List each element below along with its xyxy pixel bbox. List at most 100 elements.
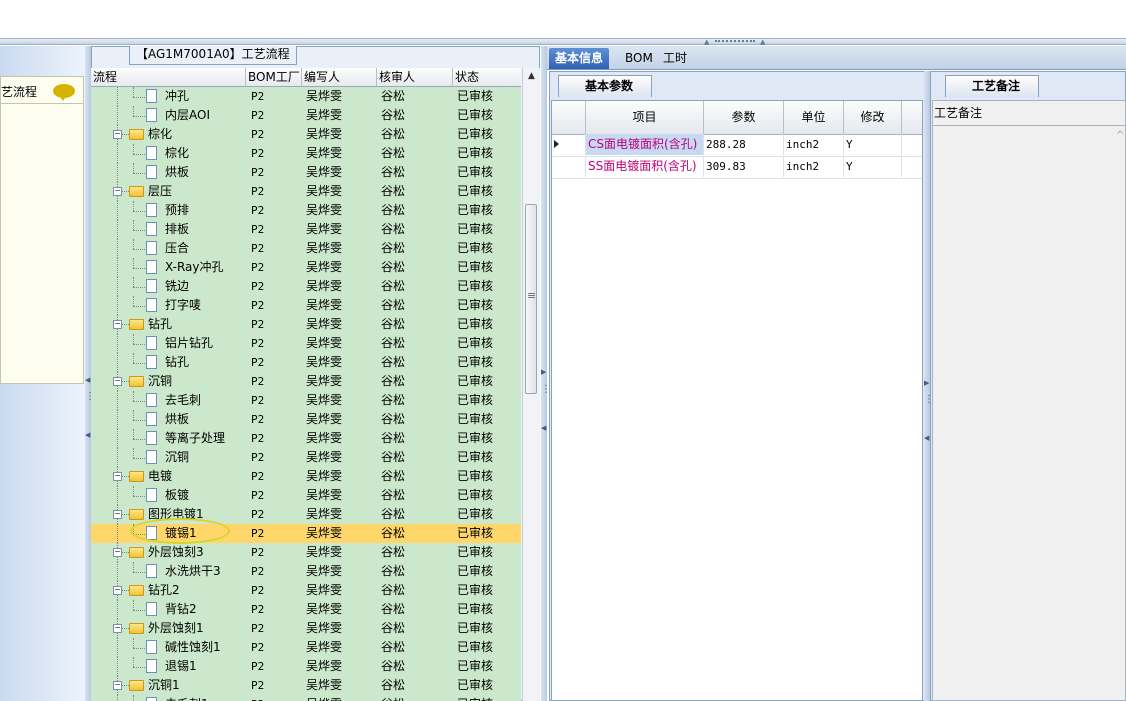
params-row[interactable]: SS面电镀面积(含孔) 309.83 inch2 Y (552, 156, 922, 179)
params-row[interactable]: CS面电镀面积(含孔) 288.28 inch2 Y (552, 134, 922, 157)
process-group-name[interactable]: 钻孔 (148, 316, 172, 333)
param-value[interactable]: 288.28 (704, 134, 784, 155)
process-step-name[interactable]: 钻孔 (165, 354, 189, 371)
collapse-node-icon[interactable]: − (113, 377, 122, 386)
collapse-node-icon[interactable]: − (113, 320, 122, 329)
tree-folder-row[interactable]: − 沉铜1 P2 吴烨雯 谷松 已审核 (91, 676, 521, 695)
process-step-name[interactable]: 板镀 (165, 487, 189, 504)
process-step-name[interactable]: 压合 (165, 240, 189, 257)
process-group-name[interactable]: 沉铜1 (148, 677, 180, 694)
tree-row[interactable]: 排板 P2 吴烨雯 谷松 已审核 (91, 220, 521, 239)
collapse-node-icon[interactable]: − (113, 472, 122, 481)
tree-folder-row[interactable]: − 电镀 P2 吴烨雯 谷松 已审核 (91, 467, 521, 486)
tree-row[interactable]: 打字唛 P2 吴烨雯 谷松 已审核 (91, 296, 521, 315)
tree-row[interactable]: 铣边 P2 吴烨雯 谷松 已审核 (91, 277, 521, 296)
process-step-name[interactable]: 冲孔 (165, 88, 189, 105)
tree-folder-row[interactable]: − 棕化 P2 吴烨雯 谷松 已审核 (91, 125, 521, 144)
tree-row[interactable]: X-Ray冲孔 P2 吴烨雯 谷松 已审核 (91, 258, 521, 277)
col-writer[interactable]: 编写人 (302, 68, 377, 86)
splitter-grip[interactable] (715, 40, 755, 45)
tree-row[interactable]: 烘板 P2 吴烨雯 谷松 已审核 (91, 410, 521, 429)
param-item[interactable]: CS面电镀面积(含孔) (586, 134, 704, 155)
process-step-name[interactable]: 棕化 (165, 145, 189, 162)
process-group-name[interactable]: 电镀 (148, 468, 172, 485)
tab-bom[interactable]: BOM (619, 48, 659, 69)
tree-row[interactable]: 退锡1 P2 吴烨雯 谷松 已审核 (91, 657, 521, 676)
process-step-name[interactable]: 碱性蚀刻1 (165, 639, 221, 656)
tree-row[interactable]: 去毛刺 P2 吴烨雯 谷松 已审核 (91, 391, 521, 410)
tree-row[interactable]: 等离子处理 P2 吴烨雯 谷松 已审核 (91, 429, 521, 448)
tab-basic-params[interactable]: 基本参数 (558, 75, 653, 97)
scroll-up-icon[interactable]: ▲ (523, 68, 540, 85)
middle-splitter[interactable]: ▶ ⋮ ◀ (541, 46, 551, 701)
tree-row[interactable]: 水洗烘干3 P2 吴烨雯 谷松 已审核 (91, 562, 521, 581)
collapse-node-icon[interactable]: − (113, 510, 122, 519)
collapse-node-icon[interactable]: − (113, 624, 122, 633)
param-unit[interactable]: inch2 (784, 156, 844, 177)
tree-folder-row[interactable]: − 沉铜 P2 吴烨雯 谷松 已审核 (91, 372, 521, 391)
top-splitter[interactable] (0, 38, 1126, 45)
col-status[interactable]: 状态 (453, 68, 521, 86)
process-tree[interactable]: 冲孔 P2 吴烨雯 谷松 已审核 内层AOI P2 吴烨雯 谷松 已审核 − 棕化 P2 吴烨雯 谷松 已审核… (91, 87, 521, 701)
collapse-node-icon[interactable]: − (113, 681, 122, 690)
tree-row[interactable]: 去毛刺1 P2 吴烨雯 谷松 已审核 (91, 695, 521, 701)
process-notes-area[interactable] (932, 100, 1126, 701)
tree-folder-row[interactable]: − 层压 P2 吴烨雯 谷松 已审核 (91, 182, 521, 201)
collapse-left-icon-4[interactable]: ◀ (924, 434, 929, 442)
tab-process-notes[interactable]: 工艺备注 (945, 75, 1040, 97)
col-reviewer[interactable]: 核审人 (377, 68, 453, 86)
col-process[interactable]: 流程 (91, 68, 246, 86)
row-indicator[interactable] (552, 156, 586, 177)
param-unit[interactable]: inch2 (784, 134, 844, 155)
process-step-name[interactable]: 排板 (165, 221, 189, 238)
collapse-left-icon-2[interactable]: ◀ (85, 431, 90, 439)
process-step-name[interactable]: X-Ray冲孔 (165, 259, 223, 276)
process-step-name[interactable]: 预排 (165, 202, 189, 219)
tree-row[interactable]: 沉铜 P2 吴烨雯 谷松 已审核 (91, 448, 521, 467)
process-step-name[interactable]: 内层AOI (165, 107, 210, 124)
param-value[interactable]: 309.83 (704, 156, 784, 177)
tree-row[interactable]: 板镀 P2 吴烨雯 谷松 已审核 (91, 486, 521, 505)
process-step-name[interactable]: 烘板 (165, 411, 189, 428)
collapse-node-icon[interactable]: − (113, 130, 122, 139)
col-item[interactable]: 项目 (586, 101, 704, 134)
collapse-left-icon-3[interactable]: ◀ (541, 424, 546, 432)
collapse-up-icon-2[interactable]: ▲ (760, 38, 765, 46)
tab-basic-info[interactable]: 基本信息 (549, 48, 610, 69)
tree-row[interactable]: 预排 P2 吴烨雯 谷松 已审核 (91, 201, 521, 220)
row-indicator[interactable] (552, 134, 586, 155)
collapse-right-icon-2[interactable]: ▶ (924, 379, 929, 387)
collapse-left-icon[interactable]: ◀ (85, 376, 90, 384)
process-step-name[interactable]: 去毛刺 (165, 392, 201, 409)
tree-row[interactable]: 背钻2 P2 吴烨雯 谷松 已审核 (91, 600, 521, 619)
tree-row[interactable]: 钻孔 P2 吴烨雯 谷松 已审核 (91, 353, 521, 372)
notes-scroll-up-icon[interactable]: ^ (1116, 130, 1124, 141)
collapse-up-icon[interactable]: ▲ (704, 38, 709, 46)
process-group-name[interactable]: 外层蚀刻3 (148, 544, 204, 561)
param-item[interactable]: SS面电镀面积(含孔) (586, 156, 704, 177)
process-group-name[interactable]: 棕化 (148, 126, 172, 143)
process-step-name[interactable]: 烘板 (165, 164, 189, 181)
tree-folder-row[interactable]: − 钻孔2 P2 吴烨雯 谷松 已审核 (91, 581, 521, 600)
tree-row[interactable]: 冲孔 P2 吴烨雯 谷松 已审核 (91, 87, 521, 106)
process-step-name[interactable]: 退锡1 (165, 658, 197, 675)
tree-folder-row[interactable]: − 钻孔 P2 吴烨雯 谷松 已审核 (91, 315, 521, 334)
nav-item-process[interactable]: 艺流程 (0, 76, 84, 104)
scroll-thumb[interactable] (525, 204, 537, 394)
collapse-right-icon[interactable]: ▶ (541, 368, 546, 376)
process-step-name[interactable]: 去毛刺1 (165, 696, 209, 701)
process-step-name[interactable]: 等离子处理 (165, 430, 225, 447)
tree-row[interactable]: 内层AOI P2 吴烨雯 谷松 已审核 (91, 106, 521, 125)
process-step-name[interactable]: 铝片钻孔 (165, 335, 213, 352)
tree-folder-row[interactable]: − 外层蚀刻3 P2 吴烨雯 谷松 已审核 (91, 543, 521, 562)
process-step-name[interactable]: 水洗烘干3 (165, 563, 221, 580)
process-group-name[interactable]: 外层蚀刻1 (148, 620, 204, 637)
col-value[interactable]: 参数 (704, 101, 784, 134)
col-bom-factory[interactable]: BOM工厂 (246, 68, 302, 86)
tree-folder-row[interactable]: − 外层蚀刻1 P2 吴烨雯 谷松 已审核 (91, 619, 521, 638)
process-group-name[interactable]: 沉铜 (148, 373, 172, 390)
tree-row[interactable]: 铝片钻孔 P2 吴烨雯 谷松 已审核 (91, 334, 521, 353)
process-step-name[interactable]: 打字唛 (165, 297, 201, 314)
process-step-name[interactable]: 铣边 (165, 278, 189, 295)
collapse-node-icon[interactable]: − (113, 187, 122, 196)
